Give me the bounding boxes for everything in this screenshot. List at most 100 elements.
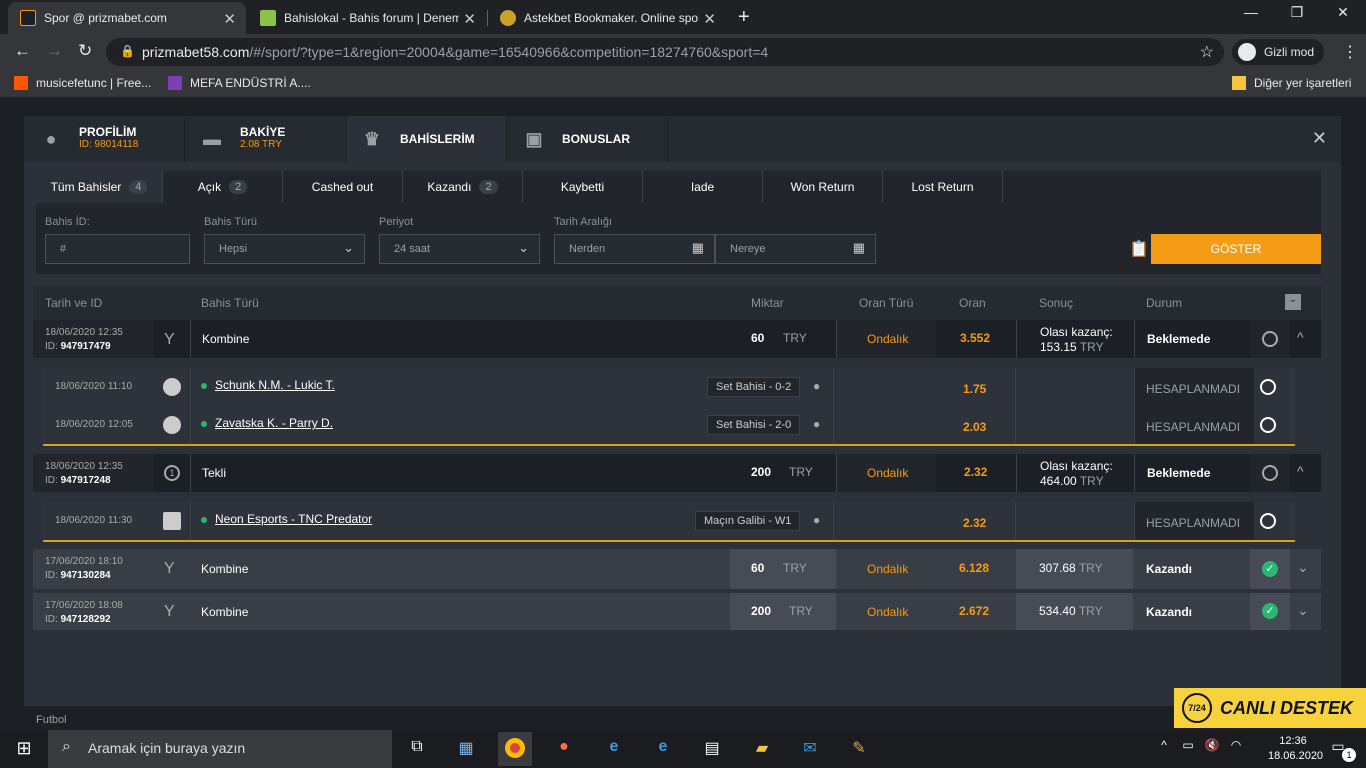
tennis-ball-icon (163, 416, 181, 434)
bet-row[interactable]: 18/06/2020 12:35 ID: 947917479 Y Kombine … (33, 320, 1321, 358)
bet-id-input[interactable]: # (45, 234, 190, 264)
chevron-up-icon[interactable]: ^ (1297, 329, 1304, 367)
notification-count: 1 (1342, 748, 1356, 762)
wifi-icon[interactable]: ◠ (1224, 738, 1248, 760)
volume-muted-icon[interactable]: 🔇 (1200, 738, 1224, 760)
filter-tab-all[interactable]: Tüm Bahisler 4 (36, 171, 163, 203)
page-content: Futbol ● PROFİLİM ID: 98014118 ▬ BAKİYE … (0, 98, 1366, 730)
browser-tabstrip: Spor @ prizmabet.com ✕ Bahislokal - Bahi… (0, 0, 1366, 34)
clock-icon (1260, 417, 1276, 433)
tab-bonuses[interactable]: ▣ BONUSLAR (507, 116, 668, 162)
taskbar-search[interactable]: ⌕ Aramak için buraya yazın (48, 730, 392, 768)
edge-icon[interactable]: e (651, 738, 675, 760)
bookmarks-bar: musicefetunc | Free... MEFA ENDÜSTRİ A..… (0, 70, 1366, 98)
date-from-input[interactable]: Nerden ▦ (554, 234, 715, 264)
search-icon: ⌕ (62, 738, 71, 755)
store-icon[interactable]: ▤ (700, 738, 724, 760)
bookmark-musicefetunc[interactable]: musicefetunc | Free... (14, 76, 151, 90)
k-logo-icon (168, 76, 182, 90)
combo-bet-icon: Y (164, 331, 175, 348)
selection-row: 18/06/2020 11:30 Neon Esports - TNC Pred… (43, 502, 1295, 540)
sidebar-football-label[interactable]: Futbol (36, 714, 67, 726)
browser-tab-bahislokal[interactable]: Bahislokal - Bahis forum | Denem ✕ (248, 2, 486, 34)
browser-toolbar: ← → ↻ 🔒 prizmabet58.com/#/sport/?type=1&… (0, 34, 1366, 70)
chevron-up-icon[interactable]: ^ (1297, 463, 1304, 501)
tab-balance[interactable]: ▬ BAKİYE 2.08 TRY (185, 116, 347, 162)
gift-icon: ▣ (525, 129, 543, 149)
bookmark-star-icon[interactable]: ☆ (1200, 42, 1214, 62)
reload-icon[interactable]: ↻ (78, 41, 92, 61)
close-tab-icon[interactable]: ✕ (703, 10, 716, 28)
bet-row[interactable]: 17/06/2020 18:08 ID: 947128292 Y Kombine … (33, 593, 1321, 630)
selection-divider (43, 540, 1295, 542)
tab-profile[interactable]: ● PROFİLİM ID: 98014118 (24, 116, 185, 162)
collapse-all-icon[interactable]: ⌄ (1285, 294, 1301, 310)
won-check-icon: ✓ (1262, 561, 1278, 577)
bet-row[interactable]: 18/06/2020 12:35 ID: 947917248 1 Tekli 20… (33, 454, 1321, 492)
soundcloud-icon (14, 76, 28, 90)
incognito-indicator[interactable]: Gizli mod (1232, 39, 1324, 65)
period-select[interactable]: 24 saat ⌄ (379, 234, 540, 264)
mail-icon[interactable]: ✉ (798, 738, 822, 760)
chevron-down-icon[interactable]: ⌄ (1297, 602, 1309, 639)
firefox-icon[interactable]: ● (552, 738, 576, 760)
match-link[interactable]: Zavatska K. - Parry D. (215, 416, 333, 430)
other-bookmarks[interactable]: Diğer yer işaretleri (1232, 76, 1351, 90)
selection-divider (43, 444, 1295, 446)
minimize-button[interactable]: — (1228, 4, 1274, 20)
filter-tab-won[interactable]: Kazandı 2 (403, 171, 523, 203)
wallet-icon: ▬ (203, 129, 221, 149)
paint-icon[interactable]: ✎ (847, 738, 871, 760)
live-dot (201, 420, 207, 427)
close-tab-icon[interactable]: ✕ (223, 10, 236, 28)
combo-bet-icon: Y (164, 603, 175, 620)
filter-tab-won-return[interactable]: Won Return (763, 171, 883, 203)
browser-tab-astekbet[interactable]: Astekbet Bookmaker. Online spor ✕ (488, 2, 726, 34)
clipboard-icon[interactable]: 📋 (1129, 239, 1149, 259)
live-support-widget[interactable]: 7/24 CANLI DESTEK (1174, 688, 1366, 728)
windows-start-icon[interactable]: ⊞ (12, 738, 36, 760)
account-modal: ● PROFİLİM ID: 98014118 ▬ BAKİYE 2.08 TR… (24, 116, 1341, 706)
show-hidden-icons[interactable]: ^ (1152, 738, 1176, 760)
battery-icon[interactable]: ▭ (1176, 738, 1200, 760)
address-bar[interactable]: 🔒 prizmabet58.com/#/sport/?type=1&region… (106, 38, 1224, 66)
show-button[interactable]: GÖSTER (1151, 234, 1321, 264)
filter-tab-refund[interactable]: Iade (643, 171, 763, 203)
user-icon: ● (45, 129, 57, 149)
tab-my-bets[interactable]: ♛ BAHİSLERİM (347, 116, 507, 162)
bahislokal-favicon (260, 10, 276, 26)
filter-tab-lost-return[interactable]: Lost Return (883, 171, 1003, 203)
clock-icon (1260, 513, 1276, 529)
bet-type-select[interactable]: Hepsi ⌄ (204, 234, 365, 264)
close-modal-icon[interactable]: ✕ (1312, 128, 1327, 149)
back-icon[interactable]: ← (14, 41, 31, 61)
date-to-input[interactable]: Nereye ▦ (715, 234, 876, 264)
internet-explorer-icon[interactable]: e (602, 738, 626, 760)
match-link[interactable]: Schunk N.M. - Lukic T. (215, 378, 335, 392)
astekbet-favicon (500, 10, 516, 26)
bet-row[interactable]: 17/06/2020 18:10 ID: 947130284 Y Kombine … (33, 549, 1321, 589)
dota-icon (163, 512, 181, 530)
file-explorer-icon[interactable]: ▰ (750, 738, 774, 760)
forward-icon[interactable]: → (46, 41, 63, 61)
pending-clock-icon (1262, 465, 1278, 481)
lock-icon: 🔒 (120, 44, 135, 58)
filter-tab-cashed-out[interactable]: Cashed out (283, 171, 403, 203)
chrome-icon[interactable] (498, 732, 532, 766)
control-panel-icon[interactable]: ▦ (454, 738, 478, 760)
task-view-icon[interactable]: ⧉ (405, 738, 429, 760)
menu-icon[interactable]: ⋮ (1342, 42, 1358, 62)
calendar-icon: ▦ (852, 240, 865, 255)
close-tab-icon[interactable]: ✕ (463, 10, 476, 28)
restore-button[interactable]: ❐ (1274, 4, 1320, 21)
new-tab-button[interactable]: + (738, 6, 750, 29)
browser-tab-prizmabet[interactable]: Spor @ prizmabet.com ✕ (8, 2, 246, 34)
bookmark-mefa[interactable]: MEFA ENDÜSTRİ A.... (168, 76, 311, 90)
match-link[interactable]: Neon Esports - TNC Predator (215, 512, 372, 526)
pending-clock-icon (1262, 331, 1278, 347)
filter-tab-open[interactable]: Açık 2 (163, 171, 283, 203)
tennis-ball-icon (163, 378, 181, 396)
filter-tab-lost[interactable]: Kaybetti (523, 171, 643, 203)
window-close-button[interactable]: ✕ (1320, 4, 1366, 21)
system-clock[interactable]: 12:36 18.06.2020 (1268, 734, 1323, 764)
